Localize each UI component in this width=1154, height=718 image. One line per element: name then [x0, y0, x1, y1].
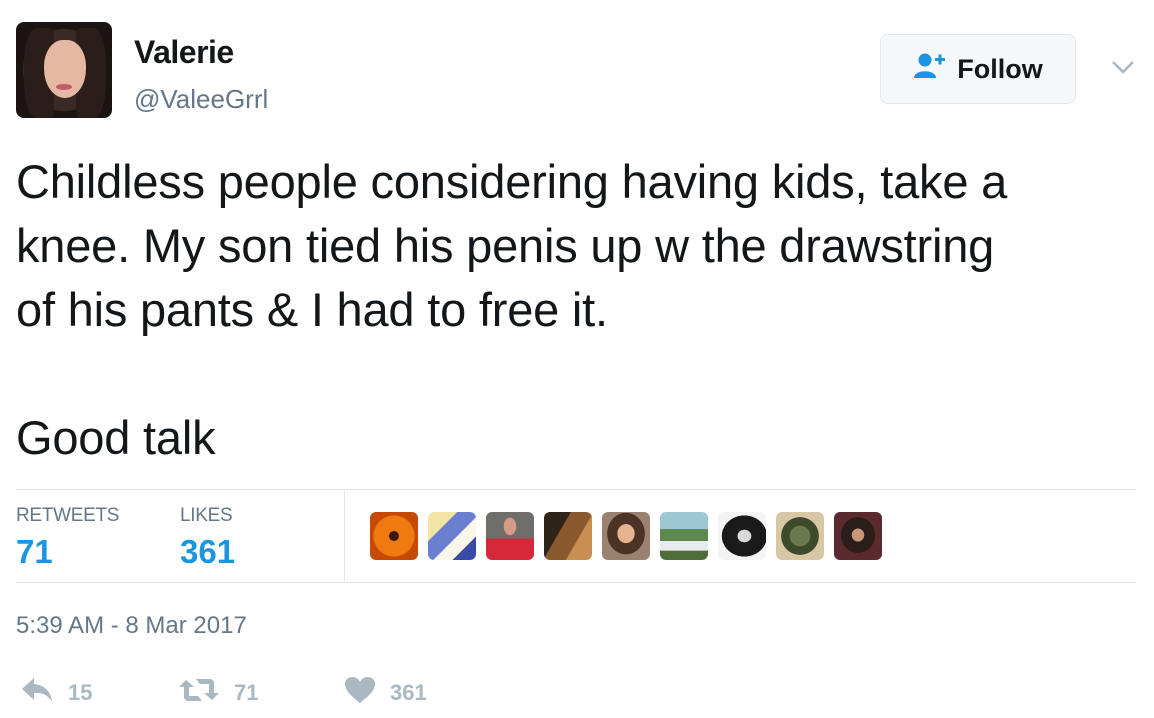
retweet-icon [178, 676, 220, 710]
author-avatar[interactable] [16, 22, 112, 118]
like-count: 361 [390, 680, 427, 705]
chevron-down-icon[interactable] [1110, 54, 1136, 80]
tweet-timestamp[interactable]: 5:39 AM - 8 Mar 2017 [16, 612, 247, 640]
divider-top [16, 489, 1136, 490]
stats-divider [344, 490, 345, 582]
retweet-count: 71 [234, 680, 259, 705]
reply-count: 15 [68, 680, 93, 705]
likes-label[interactable]: LIKES [180, 505, 233, 527]
horse-avatar[interactable] [544, 512, 592, 560]
cabin-landscape-avatar[interactable] [660, 512, 708, 560]
like-button[interactable]: 361 [344, 676, 427, 710]
likes-count[interactable]: 361 [180, 533, 235, 571]
retweets-label[interactable]: RETWEETS [16, 505, 119, 527]
add-user-icon [913, 52, 947, 87]
woman-dark-avatar[interactable] [834, 512, 882, 560]
retweets-count[interactable]: 71 [16, 533, 53, 571]
heart-icon [344, 676, 376, 710]
retweet-button[interactable]: 71 [178, 676, 258, 710]
reply-icon [20, 676, 54, 710]
orange-flower-avatar[interactable] [370, 512, 418, 560]
author-handle[interactable]: @ValeeGrrl [134, 84, 268, 115]
liked-by-avatars [370, 512, 882, 560]
reply-button[interactable]: 15 [20, 676, 92, 710]
follow-button-label: Follow [957, 53, 1043, 84]
illustration-avatar[interactable] [776, 512, 824, 560]
tweet-text: Childless people considering having kids… [16, 155, 1008, 464]
black-white-woman-avatar[interactable] [718, 512, 766, 560]
anime-character-avatar[interactable] [428, 512, 476, 560]
divider-bottom [16, 582, 1136, 583]
woman-selfie-avatar[interactable] [602, 512, 650, 560]
follow-button[interactable]: Follow [880, 34, 1076, 104]
woman-red-shirt-avatar[interactable] [486, 512, 534, 560]
author-name[interactable]: Valerie [134, 34, 234, 71]
